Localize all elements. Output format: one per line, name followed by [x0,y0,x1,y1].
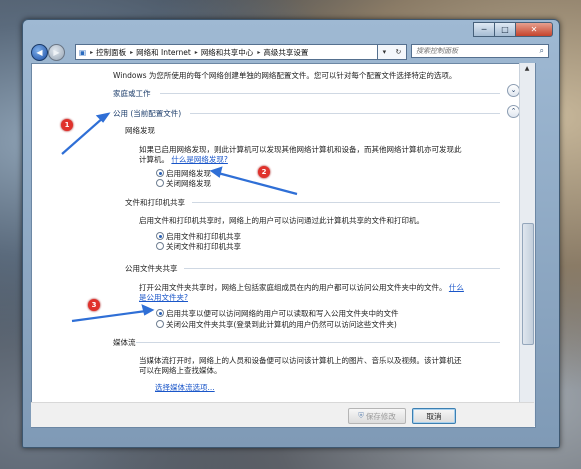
arrow-3-head [141,304,155,316]
annotation-overlay [61,112,298,323]
arrow-3 [71,309,147,323]
arrow-2 [217,171,298,196]
annotation-badge-2: 2 [258,166,270,178]
arrow-2-head [209,166,223,178]
annotation-badge-3: 3 [88,299,100,311]
annotation-badge-1: 1 [61,119,73,131]
